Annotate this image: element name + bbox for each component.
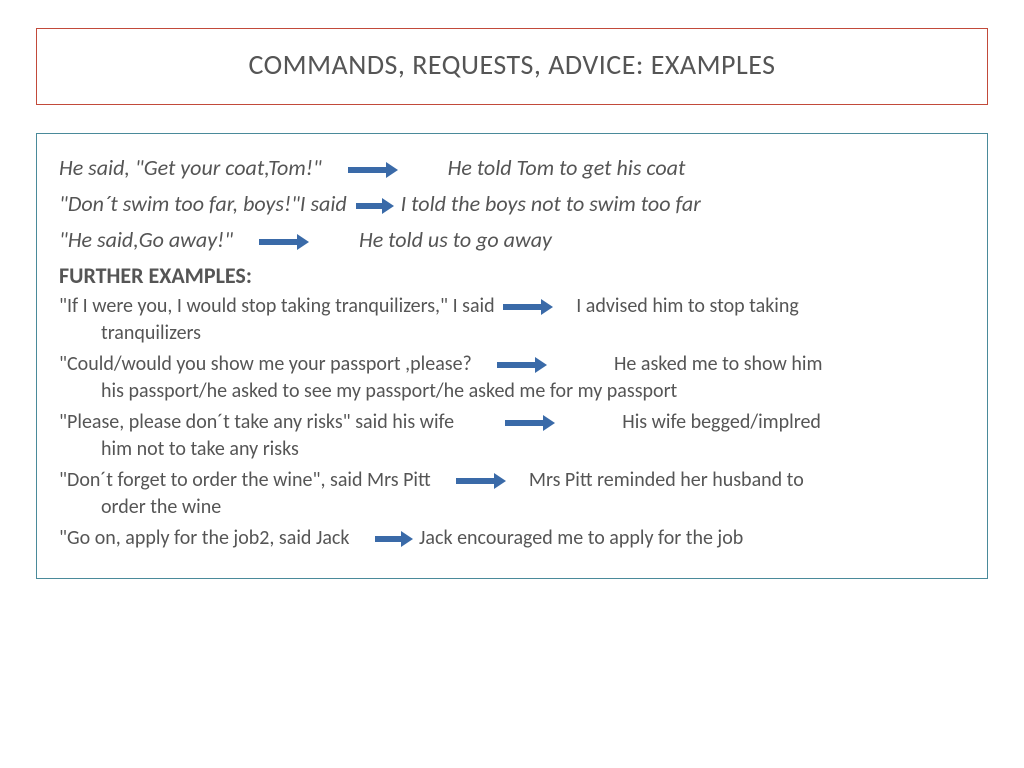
example-3: "Don´t forget to order the wine", said M… (59, 467, 965, 521)
example-0: "If I were you, I would stop taking tran… (59, 293, 965, 347)
direct-speech: "He said,Go away!" (59, 226, 233, 253)
reported-speech: He asked me to show him (614, 352, 822, 376)
page-title: COMMANDS, REQUESTS, ADVICE: EXAMPLES (37, 47, 987, 82)
arrow-icon (354, 200, 394, 212)
content-box: He said, "Get your coat,Tom!" He told To… (36, 133, 988, 579)
arrow-icon (257, 236, 309, 248)
direct-speech: "Don´t swim too far, boys!"I said (59, 190, 347, 217)
direct-speech: He said, "Get your coat,Tom!" (59, 154, 322, 181)
arrow-icon (346, 164, 398, 176)
arrow-icon (495, 359, 547, 371)
reported-speech: He told Tom to get his coat (448, 154, 686, 181)
arrow-icon (454, 475, 506, 487)
intro-example-0: He said, "Get your coat,Tom!" He told To… (59, 152, 965, 184)
direct-speech: "Please, please don´t take any risks" sa… (59, 410, 454, 434)
arrow-icon (503, 417, 555, 429)
further-examples-heading: FURTHER EXAMPLES: (59, 262, 965, 289)
continuation: him not to take any risks (59, 436, 965, 463)
title-box: COMMANDS, REQUESTS, ADVICE: EXAMPLES (36, 28, 988, 105)
direct-speech: "Don´t forget to order the wine", said M… (59, 468, 431, 492)
example-4: "Go on, apply for the job2, said Jack Ja… (59, 525, 965, 552)
reported-speech: He told us to go away (359, 226, 552, 253)
direct-speech: "Go on, apply for the job2, said Jack (59, 526, 349, 550)
direct-speech: "Could/would you show me your passport ,… (59, 352, 472, 376)
direct-speech: "If I were you, I would stop taking tran… (59, 294, 495, 318)
example-2: "Please, please don´t take any risks" sa… (59, 409, 965, 463)
reported-speech: I told the boys not to swim too far (401, 190, 701, 217)
reported-speech: His wife begged/implred (622, 410, 821, 434)
intro-example-2: "He said,Go away!" He told us to go away (59, 224, 965, 256)
arrow-icon (501, 301, 553, 313)
reported-speech: Mrs Pitt reminded her husband to (529, 468, 804, 492)
continuation: order the wine (59, 494, 965, 521)
reported-speech: I advised him to stop taking (576, 294, 799, 318)
continuation: his passport/he asked to see my passport… (59, 378, 965, 405)
example-1: "Could/would you show me your passport ,… (59, 351, 965, 405)
intro-example-1: "Don´t swim too far, boys!"I said I told… (59, 188, 965, 220)
arrow-icon (373, 533, 413, 545)
continuation: tranquilizers (59, 320, 965, 347)
reported-speech: Jack encouraged me to apply for the job (419, 526, 743, 550)
